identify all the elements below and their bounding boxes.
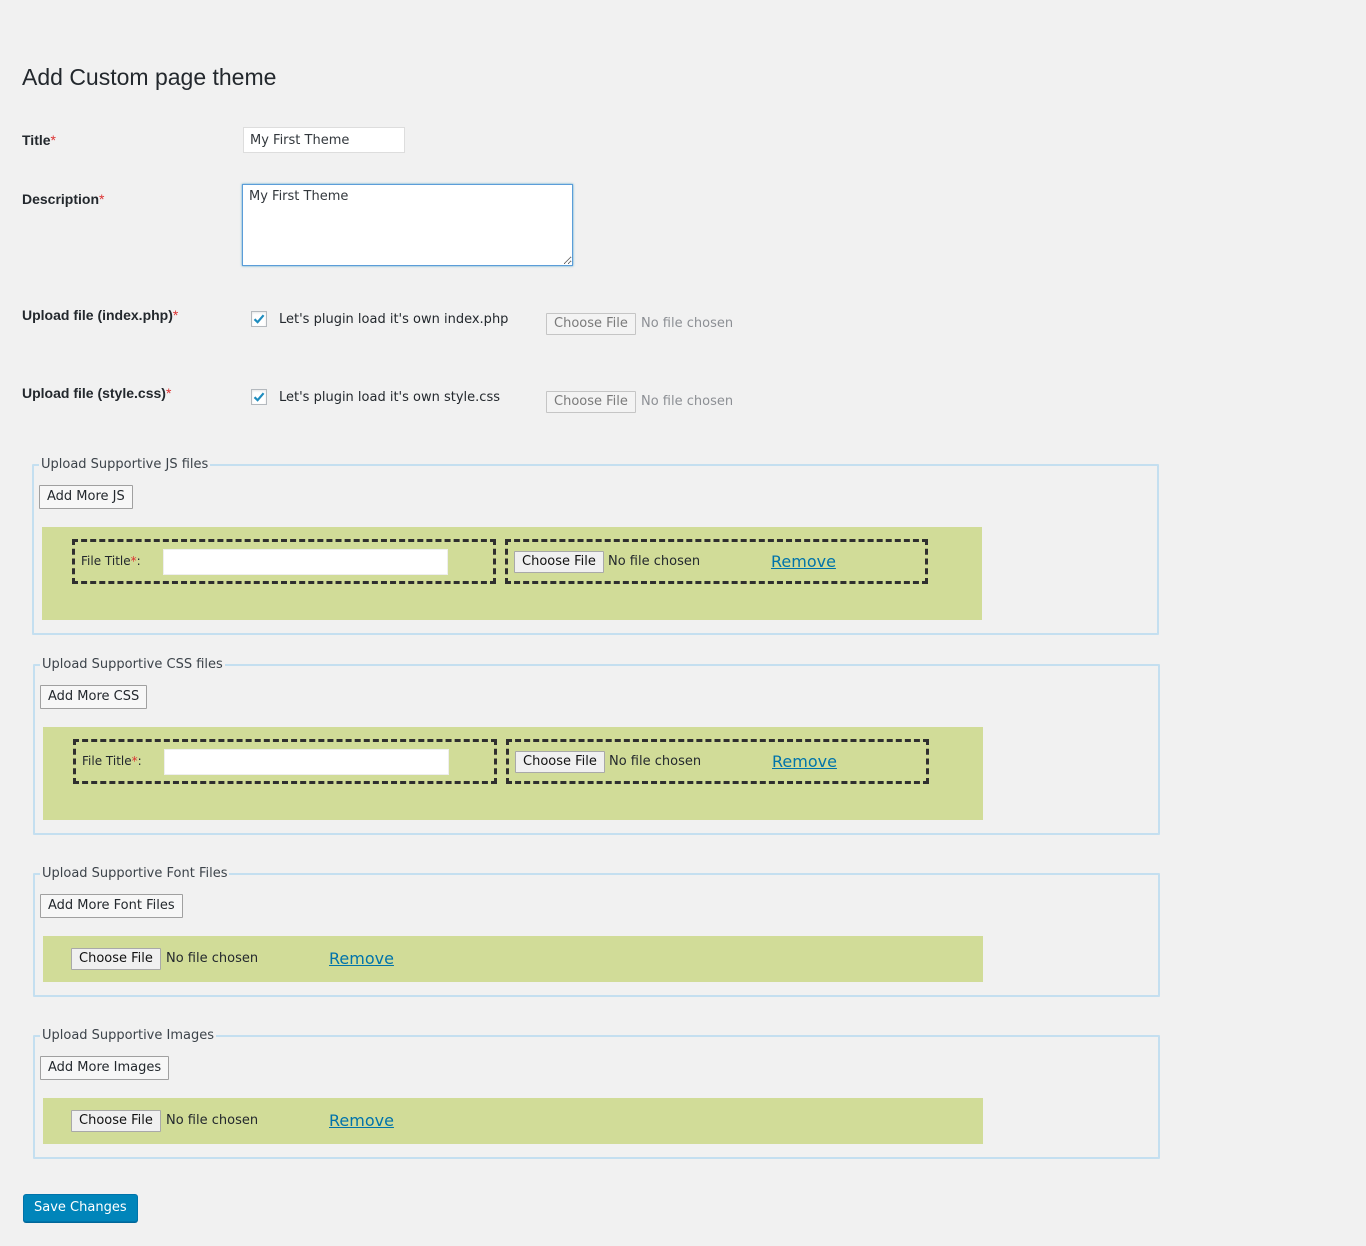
label-colon: : [137,754,142,768]
required-marker: * [165,385,172,401]
add-more-js-button[interactable]: Add More JS [39,485,133,509]
image-file-choose-button[interactable]: Choose File [71,1110,161,1132]
css-file-choose-button[interactable]: Choose File [515,751,605,773]
load-index-checkbox-label: Let's plugin load it's own index.php [279,312,509,327]
css-file-title-input[interactable] [164,749,449,775]
load-style-checkbox[interactable] [251,389,267,405]
css-file-title-label: File Title*: [82,754,142,768]
description-label: Description* [22,190,104,208]
css-remove-link[interactable]: Remove [772,752,837,771]
upload-index-label-text: Upload file (index.php) [22,307,173,323]
index-file-choose-button[interactable]: Choose File [546,313,636,335]
upload-index-label: Upload file (index.php)* [22,306,178,324]
js-file-choose-button[interactable]: Choose File [514,551,604,573]
js-file-title-label: File Title*: [81,554,141,568]
add-more-css-button[interactable]: Add More CSS [40,685,148,709]
css-file-status: No file chosen [609,754,702,769]
description-textarea[interactable]: My First Theme [242,184,573,266]
js-file-title-input[interactable] [163,549,448,575]
file-title-text: File Title [81,554,131,568]
font-file-choose-button[interactable]: Choose File [71,948,161,970]
font-file-status: No file chosen [166,951,259,966]
description-label-text: Description [22,191,100,207]
required-marker: * [50,132,56,148]
image-remove-link[interactable]: Remove [329,1111,394,1130]
image-file-status: No file chosen [166,1113,259,1128]
save-changes-button[interactable]: Save Changes [23,1194,138,1222]
js-file-status: No file chosen [608,554,701,569]
upload-style-label: Upload file (style.css)* [22,384,171,402]
label-colon: : [136,554,141,568]
add-more-images-button[interactable]: Add More Images [40,1056,170,1080]
image-files-legend: Upload Supportive Images [40,1028,216,1044]
index-file-status: No file chosen [641,316,734,331]
js-remove-link[interactable]: Remove [771,552,836,571]
checkmark-icon [253,392,265,402]
style-file-choose-button[interactable]: Choose File [546,391,636,413]
page-title: Add Custom page theme [22,64,277,90]
css-files-legend: Upload Supportive CSS files [40,657,225,673]
font-files-legend: Upload Supportive Font Files [40,866,230,882]
required-marker: * [99,191,105,207]
title-label-text: Title [22,132,51,148]
style-file-status: No file chosen [641,394,734,409]
checkmark-icon [253,314,265,324]
file-title-text: File Title [82,754,132,768]
add-more-font-files-button[interactable]: Add More Font Files [40,894,183,918]
load-style-checkbox-label: Let's plugin load it's own style.css [279,390,500,405]
upload-style-label-text: Upload file (style.css) [22,385,166,401]
js-files-legend: Upload Supportive JS files [39,457,211,473]
title-input[interactable] [243,127,405,153]
required-marker: * [172,307,179,323]
title-label: Title* [22,131,56,149]
load-index-checkbox[interactable] [251,311,267,327]
font-remove-link[interactable]: Remove [329,949,394,968]
